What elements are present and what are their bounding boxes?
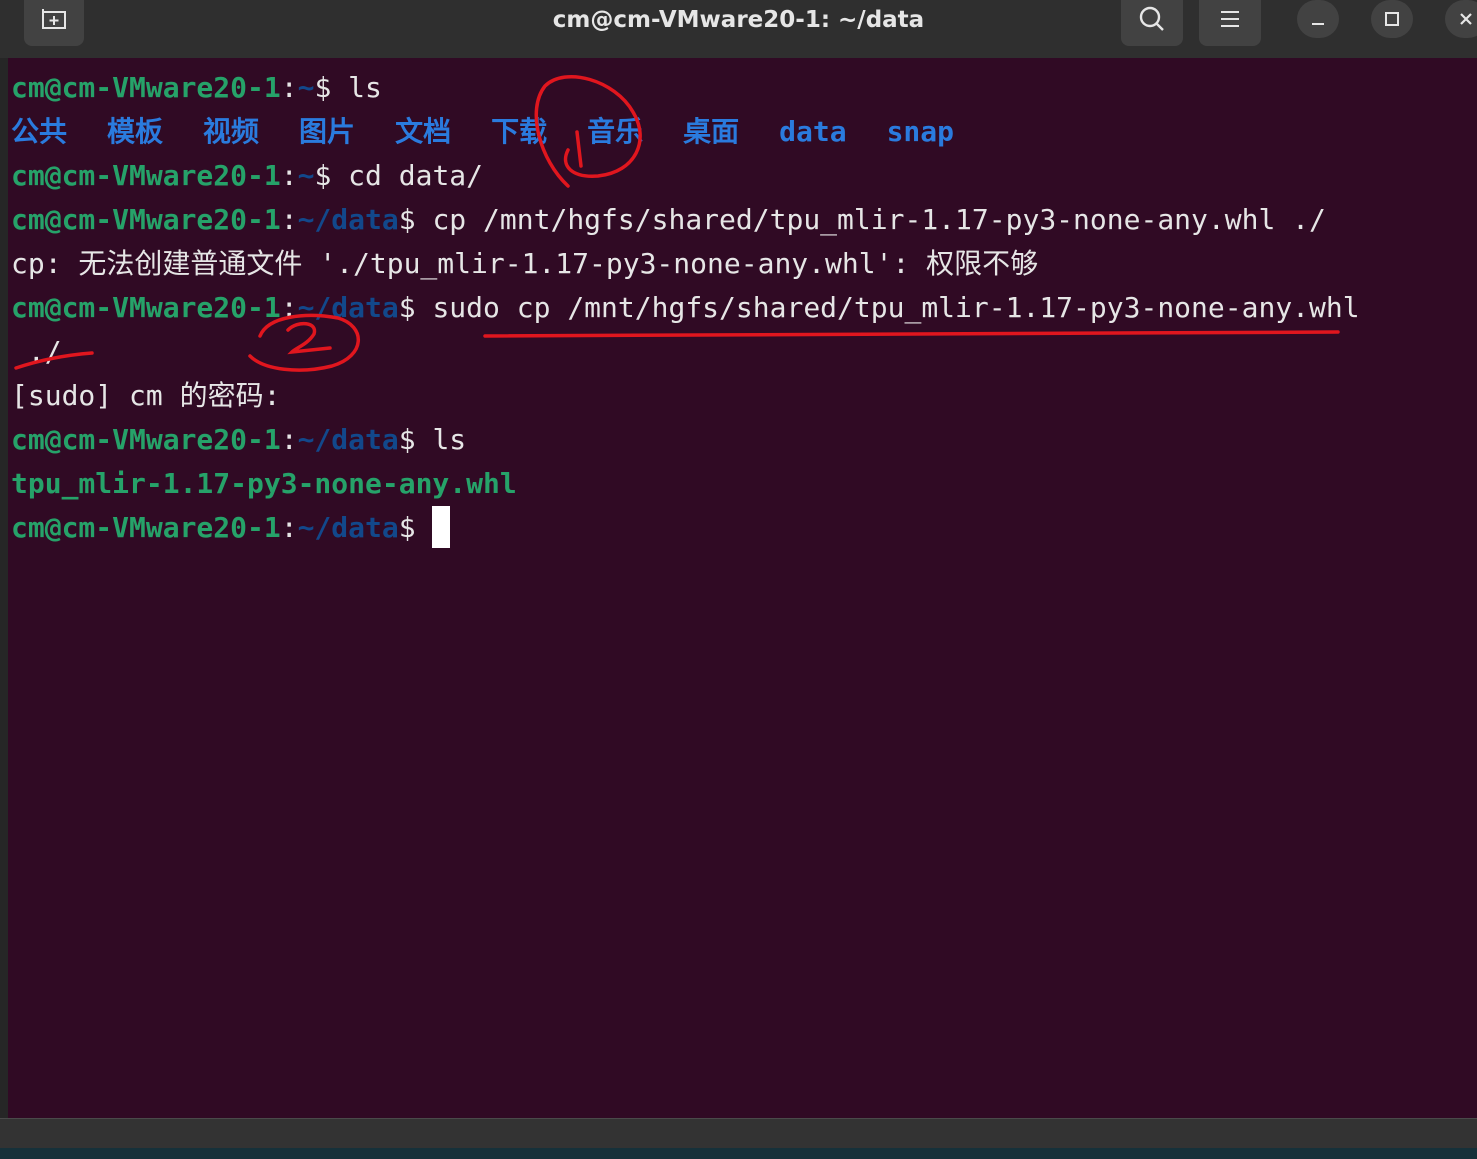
prompt-symbol: $ [314,71,349,104]
menu-button[interactable] [1199,0,1261,46]
prompt-separator: : [280,511,298,544]
prompt-user: cm@cm-VMware20-1 [11,203,281,236]
minimize-icon [1312,23,1324,25]
prompt-separator: : [280,423,298,456]
prompt-separator: : [280,71,298,104]
terminal-line-6: cm@cm-VMware20-1:~/data$ sudo cp /mnt/hg… [11,286,1360,330]
maximize-icon [1385,12,1399,26]
prompt-separator: : [280,203,298,236]
terminal-line-5: cp: 无法创建普通文件 './tpu_mlir-1.17-py3-none-a… [11,242,1038,286]
terminal-line-9: cm@cm-VMware20-1:~/data$ ls [11,418,466,462]
prompt-path: ~/data [297,423,399,456]
command-text: cp /mnt/hgfs/shared/tpu_mlir-1.17-py3-no… [432,203,1326,236]
directory-entry: 文档 [395,115,452,148]
close-icon [1460,13,1472,25]
directory-entry: 桌面 [683,115,740,148]
terminal-line-4: cm@cm-VMware20-1:~/data$ cp /mnt/hgfs/sh… [11,198,1326,242]
directory-entry: 下载 [491,115,548,148]
directory-entry: 视频 [203,115,260,148]
command-continuation: ./ [11,335,62,368]
prompt-path: ~/data [297,511,399,544]
bottom-strip [0,1148,1477,1159]
command-text: ls [432,423,467,456]
hamburger-menu-icon [1221,11,1239,27]
terminal-line-8: [sudo] cm 的密码: [11,374,280,418]
maximize-button[interactable] [1371,0,1413,38]
command-text: sudo cp /mnt/hgfs/shared/tpu_mlir-1.17-p… [432,291,1360,324]
terminal-line-10: tpu_mlir-1.17-py3-none-any.whl [11,462,517,506]
prompt-symbol: $ [398,511,433,544]
prompt-user: cm@cm-VMware20-1 [11,423,281,456]
prompt-symbol: $ [398,203,433,236]
prompt-user: cm@cm-VMware20-1 [11,159,281,192]
terminal-line-7: ./ [11,330,62,374]
prompt-user: cm@cm-VMware20-1 [11,511,281,544]
prompt-symbol: $ [314,159,349,192]
directory-entry: data [779,115,847,148]
terminal-window: cm@cm-VMware20-1: ~/data cm@cm-VMware20-… [0,0,1477,1159]
prompt-path: ~/data [297,291,399,324]
directory-entry: 公共 [11,115,68,148]
terminal-line-2: 公共 模板 视频 图片 文档 下载 音乐 桌面 data snap [11,110,994,154]
file-entry: tpu_mlir-1.17-py3-none-any.whl [11,467,517,500]
directory-entry: snap [886,115,954,148]
prompt-symbol: $ [398,291,433,324]
command-text: cd data/ [348,159,484,192]
directory-entry: 模板 [107,115,164,148]
prompt-user: cm@cm-VMware20-1 [11,71,281,104]
terminal-line-1: cm@cm-VMware20-1:~$ ls [11,66,382,110]
prompt-symbol: $ [398,423,433,456]
terminal-line-3: cm@cm-VMware20-1:~$ cd data/ [11,154,483,198]
text-cursor[interactable] [432,506,451,548]
title-bar: cm@cm-VMware20-1: ~/data [0,0,1477,59]
prompt-separator: : [280,291,298,324]
prompt-user: cm@cm-VMware20-1 [11,291,281,324]
search-button[interactable] [1121,0,1183,46]
error-message: cp: 无法创建普通文件 './tpu_mlir-1.17-py3-none-a… [11,247,1039,280]
command-text: ls [348,71,382,104]
terminal-line-11: cm@cm-VMware20-1:~/data$ [11,506,451,550]
prompt-path: ~ [297,71,315,104]
bottom-panel [0,1118,1477,1149]
minimize-button[interactable] [1297,0,1339,38]
prompt-path: ~ [297,159,315,192]
sudo-password-prompt: [sudo] cm 的密码: [11,379,281,412]
prompt-separator: : [280,159,298,192]
close-button[interactable] [1445,0,1477,38]
search-icon [1139,6,1164,31]
directory-entry: 音乐 [587,115,644,148]
prompt-path: ~/data [297,203,399,236]
directory-entry: 图片 [299,115,356,148]
terminal-area[interactable]: cm@cm-VMware20-1:~$ ls 公共 模板 视频 图片 文档 下载 音乐 桌面 d… [8,58,1477,1118]
left-window-edge [0,58,8,1118]
